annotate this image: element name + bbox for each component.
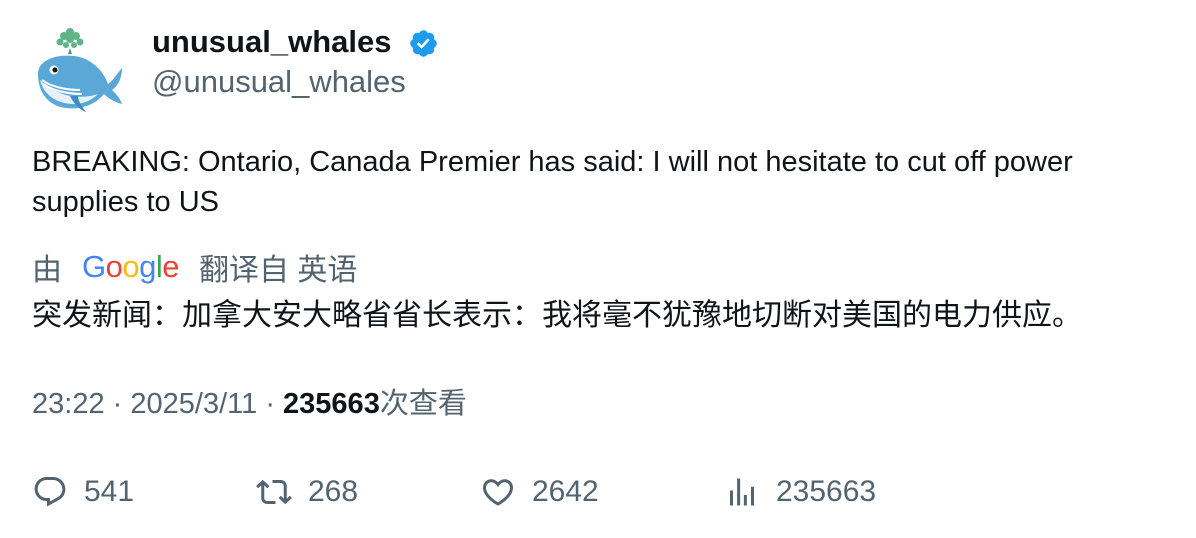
meta-separator: ·	[112, 388, 123, 420]
views-label: 次查看	[379, 388, 467, 420]
tweet-text: BREAKING: Ontario, Canada Premier has sa…	[32, 146, 1073, 218]
translation-prefix: 由	[32, 254, 62, 287]
retweet-icon	[256, 479, 292, 505]
translation-suffix: 翻译自 英语	[199, 254, 358, 287]
analytics-icon	[730, 478, 754, 506]
tweet-date[interactable]: 2025/3/11	[130, 388, 257, 420]
retweet-count: 268	[308, 475, 359, 508]
reply-icon	[34, 477, 66, 507]
avatar[interactable]	[30, 24, 126, 114]
heart-icon	[482, 479, 514, 506]
whale-logo-icon	[38, 28, 122, 112]
author-display-name[interactable]: unusual_whales	[152, 22, 391, 62]
translated-text: 突发新闻：加拿大安大略省省长表示：我将毫不犹豫地切断对美国的电力供应。	[32, 299, 1082, 332]
author-handle[interactable]: @unusual_whales	[152, 62, 406, 102]
verified-badge-icon[interactable]	[408, 28, 439, 59]
views-count: 235663	[283, 388, 380, 420]
tweet-card: unusual_whales @unusual_whales BREAKING:…	[0, 0, 1196, 538]
reply-count: 541	[84, 475, 135, 508]
views-button[interactable]: 235663	[724, 470, 876, 514]
like-count: 2642	[532, 475, 599, 508]
translation-attribution: 由 Google 翻译自 英语	[32, 246, 357, 288]
views-action-count: 235663	[776, 475, 877, 508]
google-logo[interactable]: Google	[82, 249, 180, 285]
retweet-button[interactable]: 268	[256, 470, 358, 514]
reply-button[interactable]: 541	[32, 470, 134, 514]
like-button[interactable]: 2642	[480, 470, 599, 514]
tweet-meta: 23:22 · 2025/3/11 · 235663次查看	[32, 384, 467, 424]
tweet-time[interactable]: 23:22	[32, 388, 105, 420]
meta-separator: ·	[265, 388, 275, 420]
